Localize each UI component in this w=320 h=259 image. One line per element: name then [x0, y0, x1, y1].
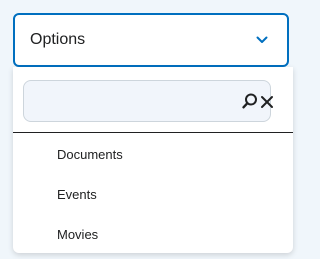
search-input[interactable]	[34, 81, 214, 121]
option-list: Documents Events Movies	[13, 134, 293, 254]
options-select[interactable]: Options	[13, 13, 289, 67]
chevron-down-icon	[255, 35, 269, 45]
search-field	[23, 80, 271, 122]
select-label: Options	[30, 31, 86, 48]
close-icon[interactable]	[257, 92, 277, 112]
option-documents[interactable]: Documents	[13, 134, 293, 174]
search-row	[13, 67, 293, 133]
options-dropdown: Documents Events Movies	[13, 67, 293, 253]
option-events[interactable]: Events	[13, 174, 293, 214]
option-movies[interactable]: Movies	[13, 214, 293, 254]
